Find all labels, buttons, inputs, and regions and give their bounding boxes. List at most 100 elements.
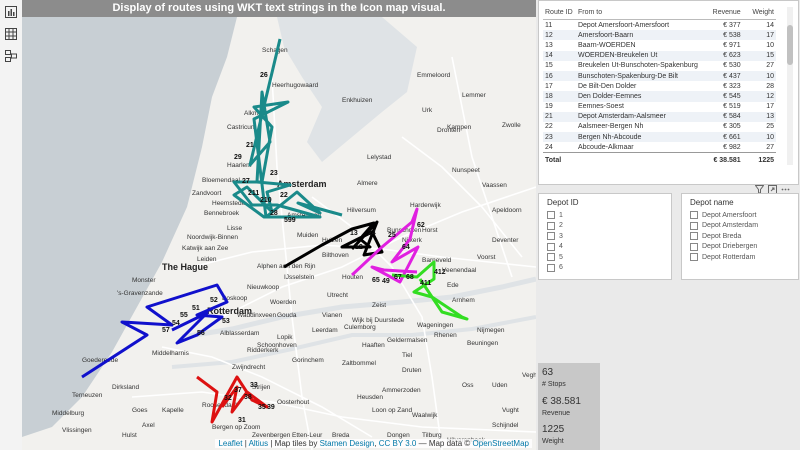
table-grid-icon[interactable] [5, 28, 17, 40]
checkbox[interactable] [547, 211, 555, 219]
table-row[interactable]: 17 De Bilt-Den Dolder € 323 28 [543, 81, 776, 91]
stop-number-label[interactable]: 68 [406, 274, 414, 281]
stop-number-label[interactable]: 62 [417, 222, 425, 229]
city-label: Nieuwkoop [247, 284, 280, 291]
stop-number-label[interactable]: 64 [402, 244, 410, 251]
stop-number-label[interactable]: 211 [248, 190, 259, 197]
stop-number-label[interactable]: 22 [280, 192, 288, 199]
revenue-value: € 38.581 [542, 396, 581, 407]
checkbox[interactable] [547, 221, 555, 230]
osm-link[interactable]: OpenStreetMap [473, 439, 529, 448]
city-label: Arnhem [452, 297, 475, 304]
altius-link[interactable]: Altius [249, 439, 269, 448]
route-map[interactable]: Schagen Heerhugowaard Alkmaar Castricum Enkh… [22, 17, 536, 450]
city-label: IJsselstein [284, 274, 315, 281]
checkbox[interactable] [690, 232, 698, 240]
stop-number-label[interactable]: 65 [372, 277, 380, 284]
license-link[interactable]: CC BY 3.0 [379, 439, 417, 448]
slicer-option[interactable]: 5 [547, 253, 563, 261]
stop-number-label[interactable]: 411 [420, 280, 431, 287]
stop-number-label[interactable]: 35 [258, 404, 266, 411]
table-row[interactable]: 12 Amersfoort-Baarn € 538 17 [543, 30, 776, 41]
checkbox[interactable] [547, 253, 555, 261]
table-row[interactable]: 23 Bergen Nh-Abcoude € 661 10 [543, 132, 776, 143]
city-label: Druten [402, 367, 422, 374]
stop-number-label[interactable]: 31 [238, 417, 246, 424]
checkbox[interactable] [690, 211, 698, 219]
table-row[interactable]: 19 Eemnes-Soest € 519 17 [543, 102, 776, 112]
slicer-option[interactable]: Depot Amsterdam [690, 221, 758, 230]
map-canvas[interactable]: SchagenHeerhugowaardAlkmaarCastricumEnkh… [22, 17, 536, 450]
stop-number-label[interactable]: 67 [394, 274, 402, 281]
checkbox[interactable] [690, 221, 698, 230]
col-weight[interactable]: Weight [742, 5, 776, 20]
slicer-option[interactable]: Depot Driebergen [690, 242, 757, 251]
table-row[interactable]: 13 Baarn-WOERDEN € 971 10 [543, 40, 776, 50]
table-row[interactable]: 18 Den Dolder-Eemnes € 545 12 [543, 91, 776, 102]
stop-number-label[interactable]: 412 [434, 269, 446, 276]
bar-chart-icon[interactable] [5, 6, 17, 18]
stop-number-label[interactable]: 21 [246, 142, 254, 149]
cell-weight: 17 [742, 30, 776, 41]
table-row[interactable]: 22 Aalsmeer-Bergen Nh € 305 25 [543, 122, 776, 132]
stop-number-label[interactable]: 57 [162, 327, 170, 334]
stop-number-label[interactable]: 25 [388, 232, 396, 239]
slicer-option[interactable]: 4 [547, 242, 563, 251]
scrollbar-thumb[interactable] [787, 25, 793, 65]
stop-number-label[interactable]: 53 [222, 318, 230, 325]
stop-number-label[interactable]: 26 [260, 72, 268, 79]
stop-number-label[interactable]: 599 [284, 217, 296, 224]
stop-number-label[interactable]: 55 [180, 312, 188, 319]
stop-number-label[interactable]: 39 [267, 404, 275, 411]
slicer-option-label: Depot Breda [702, 232, 742, 240]
col-route-id[interactable]: Route ID [543, 5, 576, 20]
table-row[interactable]: 16 Bunschoten-Spakenburg-De Bilt € 437 10 [543, 70, 776, 82]
city-label: Heusden [357, 394, 383, 401]
slicer-title: Depot name [690, 198, 734, 207]
table-row[interactable]: 11 Depot Amersfoort-Amersfoort € 377 14 [543, 20, 776, 31]
stop-number-label[interactable]: 27 [242, 178, 250, 185]
table-row[interactable]: 14 WOERDEN-Breukelen Ut € 623 15 [543, 50, 776, 61]
slicer-option[interactable]: 6 [547, 263, 563, 272]
slicer-option[interactable]: 1 [547, 211, 563, 219]
checkbox[interactable] [690, 253, 698, 261]
slicer-option[interactable]: Depot Rotterdam [690, 253, 755, 261]
stop-number-label[interactable]: 23 [270, 170, 278, 177]
stop-number-label[interactable]: 49 [382, 278, 390, 285]
col-from-to[interactable]: From to [575, 5, 704, 20]
stop-number-label[interactable]: 37 [234, 387, 242, 394]
routes-table[interactable]: Route ID From to Revenue Weight 11 Depot … [543, 5, 776, 168]
table-row[interactable]: 21 Depot Amsterdam-Aalsmeer € 584 13 [543, 111, 776, 122]
stop-number-label[interactable]: 52 [210, 297, 218, 304]
stop-number-label[interactable]: 24 [368, 230, 376, 237]
col-revenue[interactable]: Revenue [703, 5, 743, 20]
cell-weight: 12 [742, 91, 776, 102]
stop-number-label[interactable]: 32 [224, 395, 232, 402]
checkbox[interactable] [690, 242, 698, 251]
checkbox[interactable] [547, 232, 555, 240]
leaflet-link[interactable]: Leaflet [218, 439, 242, 448]
checkbox[interactable] [547, 242, 555, 251]
city-label: Lelystad [367, 154, 392, 161]
table-scrollbar[interactable] [787, 7, 793, 165]
checkbox[interactable] [547, 263, 555, 272]
table-row[interactable]: 15 Breukelen Ut-Bunschoten-Spakenburg € 53… [543, 61, 776, 71]
stamen-link[interactable]: Stamen Design [320, 439, 375, 448]
stop-number-label[interactable]: 56 [197, 330, 205, 337]
slicer-option[interactable]: Depot Amersfoort [690, 211, 756, 219]
stop-number-label[interactable]: 12 [355, 244, 363, 251]
stop-number-label[interactable]: 38 [244, 394, 252, 401]
stop-number-label[interactable]: 13 [350, 230, 358, 237]
slicer-option[interactable]: Depot Breda [690, 232, 741, 240]
city-label: Geldermalsen [387, 337, 428, 344]
slicer-option[interactable]: 2 [547, 221, 563, 230]
stop-number-label[interactable]: 210 [260, 197, 272, 204]
slicer-option[interactable]: 3 [547, 232, 563, 240]
stop-number-label[interactable]: 54 [172, 320, 180, 327]
table-row[interactable]: 24 Abcoude-Alkmaar € 982 27 [543, 142, 776, 153]
model-diagram-icon[interactable] [5, 50, 17, 62]
stop-number-label[interactable]: 33 [250, 382, 258, 389]
stop-number-label[interactable]: 51 [192, 305, 200, 312]
stop-number-label[interactable]: 28 [270, 210, 278, 217]
stop-number-label[interactable]: 29 [234, 154, 242, 161]
